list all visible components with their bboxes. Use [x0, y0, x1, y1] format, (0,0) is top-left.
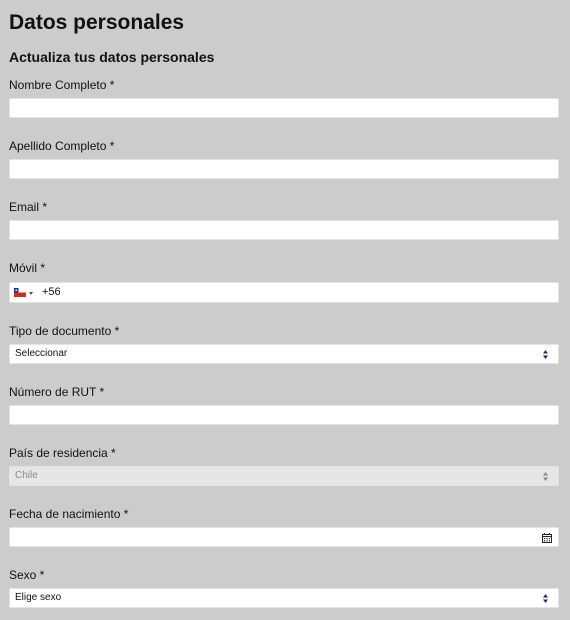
sexo-label: Sexo * — [9, 568, 45, 582]
apellido-field-box — [9, 159, 559, 179]
rut-input[interactable] — [10, 407, 558, 425]
phone-prefix: +56 — [42, 286, 61, 298]
country-code-dropdown[interactable] — [12, 286, 35, 300]
nombre-field-box — [9, 98, 559, 118]
movil-field[interactable]: +56 — [9, 282, 559, 303]
select-arrows-icon — [543, 594, 548, 603]
fecha-input[interactable] — [10, 529, 558, 547]
movil-label: Móvil * — [9, 261, 46, 275]
pais-label: País de residencia * — [9, 446, 116, 460]
select-arrows-icon — [543, 472, 548, 481]
caret-down-icon — [29, 292, 33, 295]
nombre-input[interactable] — [10, 100, 558, 118]
email-input[interactable] — [10, 222, 558, 240]
chile-flag-icon — [14, 288, 26, 297]
apellido-label: Apellido Completo * — [9, 139, 115, 153]
fecha-field-box — [9, 527, 559, 547]
page-subtitle: Actualiza tus datos personales — [9, 49, 215, 65]
apellido-input[interactable] — [10, 161, 558, 179]
select-arrows-icon — [543, 350, 548, 359]
rut-label: Número de RUT * — [9, 385, 105, 399]
tipo-documento-select[interactable]: Seleccionar — [9, 344, 559, 364]
email-label: Email * — [9, 200, 48, 214]
sexo-select[interactable]: Elige sexo — [9, 588, 559, 608]
nombre-label: Nombre Completo * — [9, 78, 115, 92]
email-field-box — [9, 220, 559, 240]
rut-field-box — [9, 405, 559, 425]
sexo-value: Elige sexo — [15, 592, 62, 603]
tipo-documento-value: Seleccionar — [15, 348, 68, 359]
page-title: Datos personales — [9, 11, 185, 34]
calendar-icon[interactable] — [542, 533, 552, 543]
fecha-label: Fecha de nacimiento * — [9, 507, 129, 521]
pais-value: Chile — [15, 470, 38, 481]
pais-select: Chile — [9, 466, 559, 486]
tipo-documento-label: Tipo de documento * — [9, 324, 120, 338]
